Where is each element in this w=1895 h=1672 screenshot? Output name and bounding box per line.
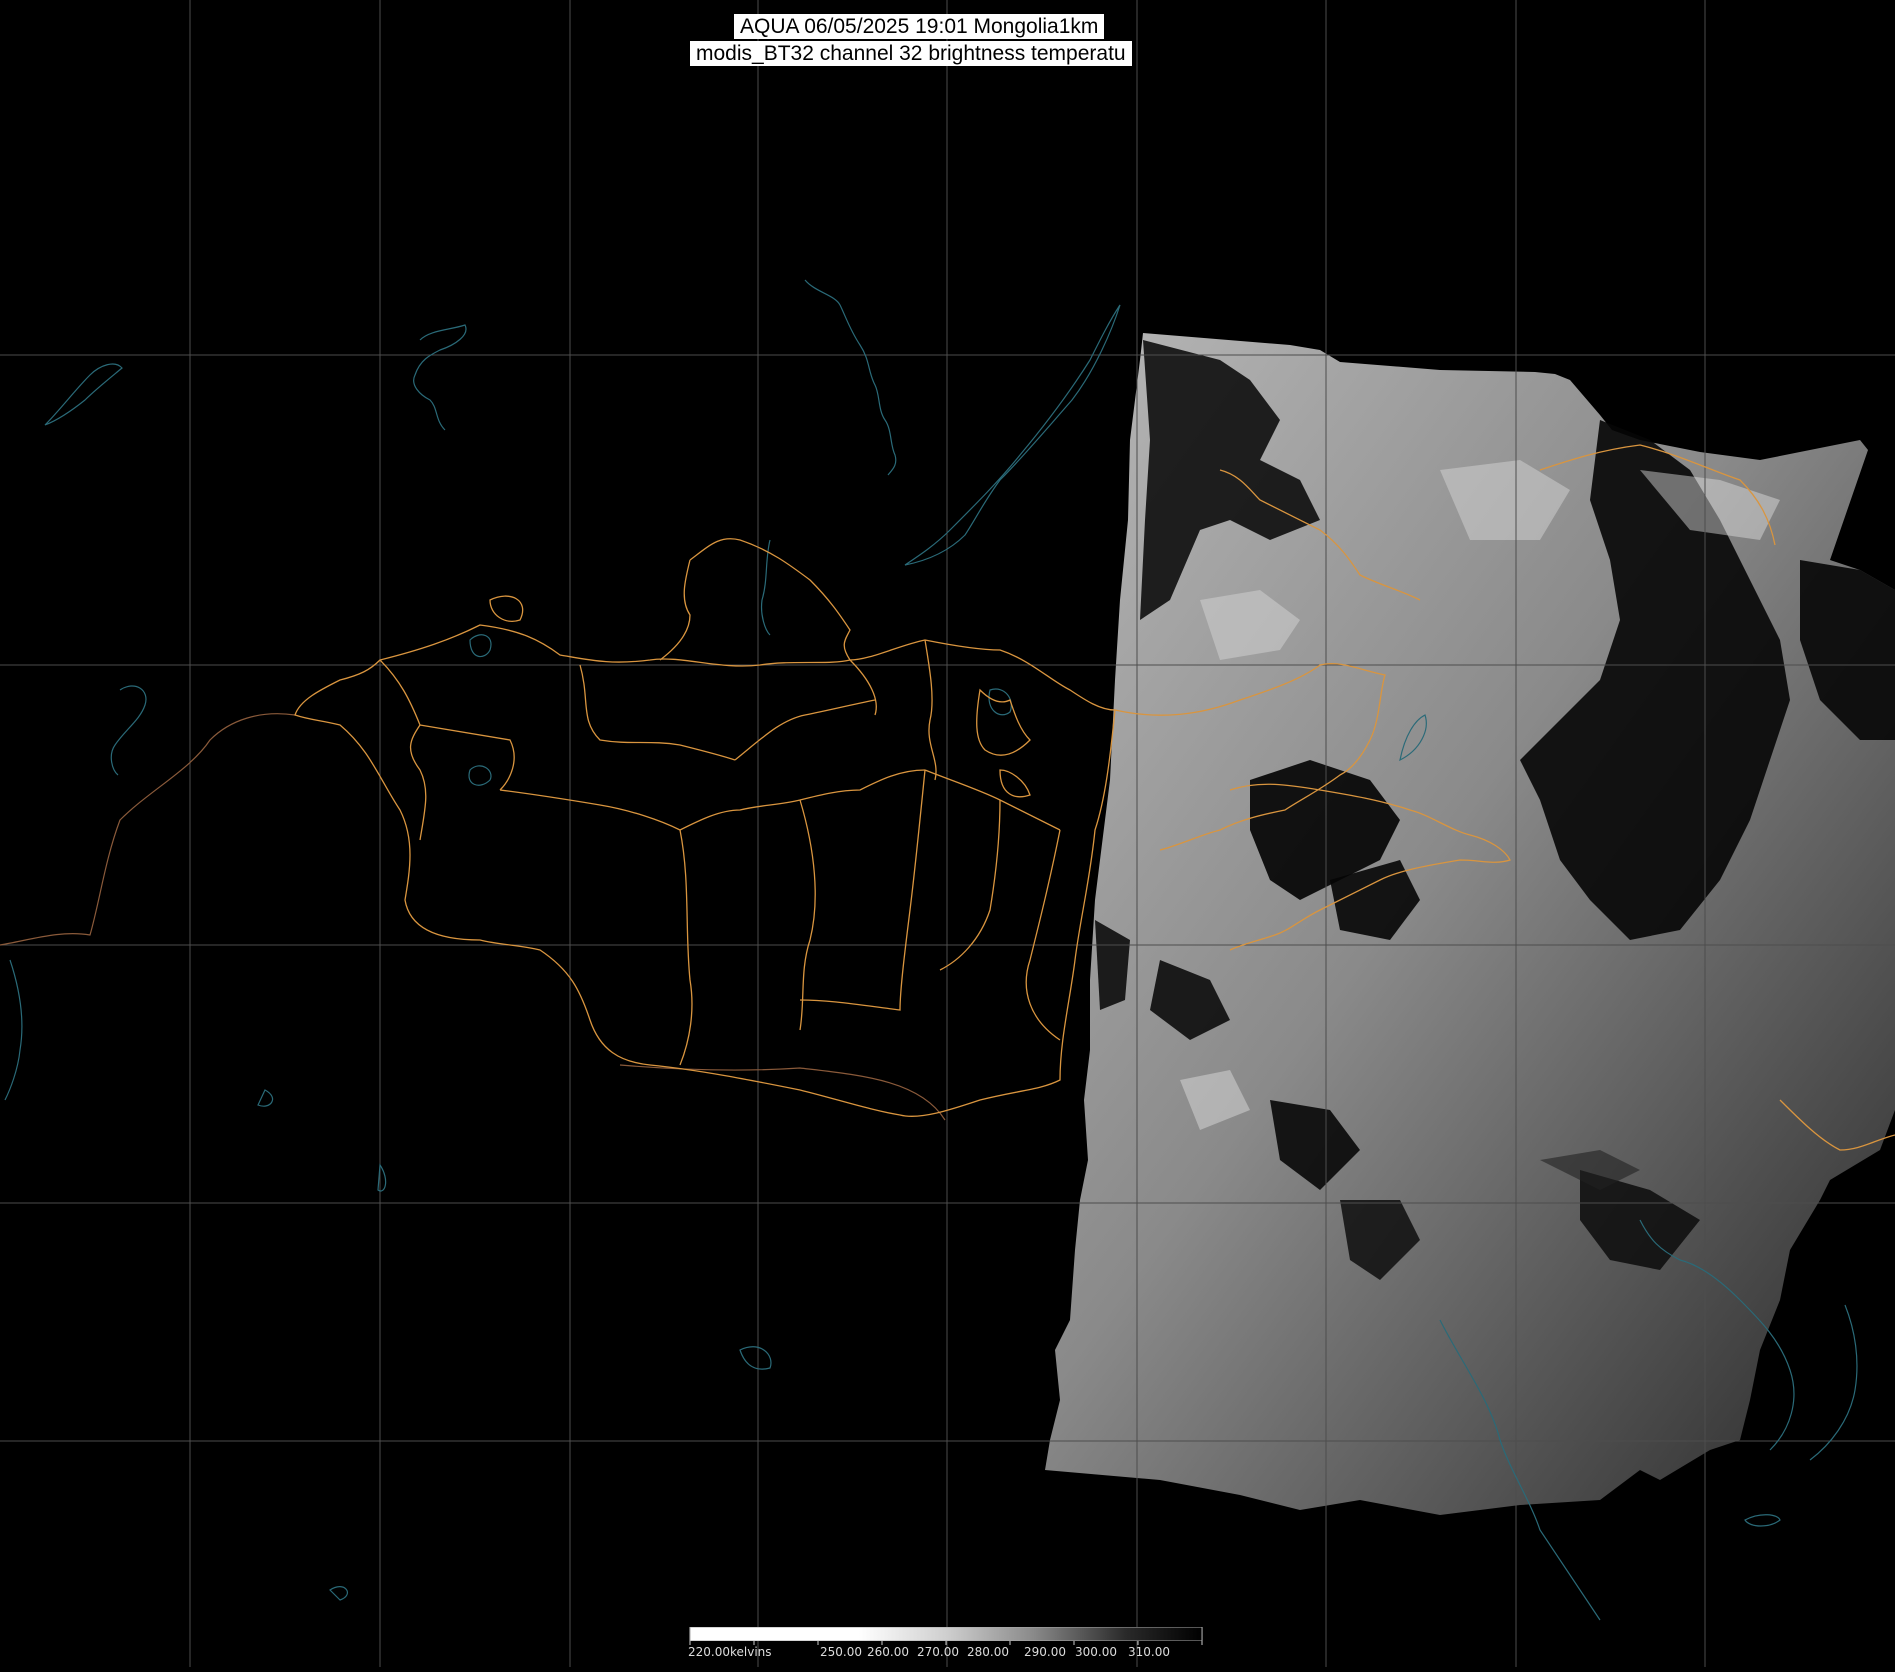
aimag-bulgan-border: [734, 699, 876, 761]
colorbar-label-310: 310.00: [1128, 1645, 1170, 1659]
river-west: [413, 324, 467, 431]
river-yenisei: [804, 279, 897, 476]
colorbar-label-min: 220.00kelvins: [688, 1645, 772, 1659]
aimag-bayankhongor-border: [679, 799, 801, 831]
aimag-dornogovi-border: [1025, 829, 1061, 1041]
colorbar-label-300: 300.00: [1075, 1645, 1117, 1659]
river-kazakh: [110, 685, 147, 776]
lake-uvs: [469, 634, 492, 658]
colorbar-label-260: 260.00: [867, 1645, 909, 1659]
map-canvas: [0, 0, 1895, 1667]
international-borders: [0, 713, 946, 1121]
border-kazakh: [0, 713, 296, 946]
lake-northwest: [44, 363, 123, 426]
aimag-selenge-border: [924, 639, 937, 781]
lake-small-4: [329, 1586, 348, 1601]
lake-khovsgol: [760, 539, 771, 636]
aimag-gobi-altai-border: [499, 789, 681, 831]
aimag-khuvsgul-border: [689, 538, 851, 661]
colorbar-label-270: 270.00: [917, 1645, 959, 1659]
aimag-ulaanbaatar: [976, 688, 1031, 756]
lake-baikal: [904, 304, 1121, 566]
lake-khar-us: [468, 765, 492, 786]
coast-caspian: [4, 959, 23, 1101]
satellite-swath: [1045, 333, 1895, 1515]
aimag-uvurkhangai-south: [799, 799, 816, 1031]
aimag-uvurkhangai-border: [799, 769, 926, 801]
aimag-dundgovi-border: [799, 769, 926, 1011]
aimag-bulgan-east: [849, 659, 877, 716]
colorbar-label-280: 280.00: [967, 1645, 1009, 1659]
island-jeju: [1744, 1514, 1781, 1527]
colorbar-label-290: 290.00: [1024, 1645, 1066, 1659]
map-title: AQUA 06/05/2025 19:01 Mongolia1km: [734, 14, 1105, 39]
aimag-bayankhongor-south: [679, 829, 693, 1066]
aimag-khuvsgul-west: [659, 559, 691, 661]
colorbar-label-250: 250.00: [820, 1645, 862, 1659]
coast-korea-east: [1809, 1304, 1858, 1461]
aimag-zavkhan-border: [419, 724, 515, 791]
lake-small-3: [739, 1346, 772, 1370]
lake-small-1: [257, 1089, 274, 1107]
aimag-bayan-ulgii-lake: [489, 595, 524, 622]
aimag-tuv-border: [924, 769, 1061, 831]
aimag-arkhangai-border: [579, 664, 736, 761]
colorbar: [690, 1627, 1202, 1641]
satellite-map[interactable]: [0, 0, 1895, 1667]
aimag-uvs-border: [379, 659, 427, 841]
aimag-orkhon: [999, 769, 1031, 798]
lake-small-2: [377, 1163, 387, 1192]
map-subtitle: modis_BT32 channel 32 brightness tempera…: [690, 41, 1132, 66]
border-china-south: [619, 1064, 946, 1121]
